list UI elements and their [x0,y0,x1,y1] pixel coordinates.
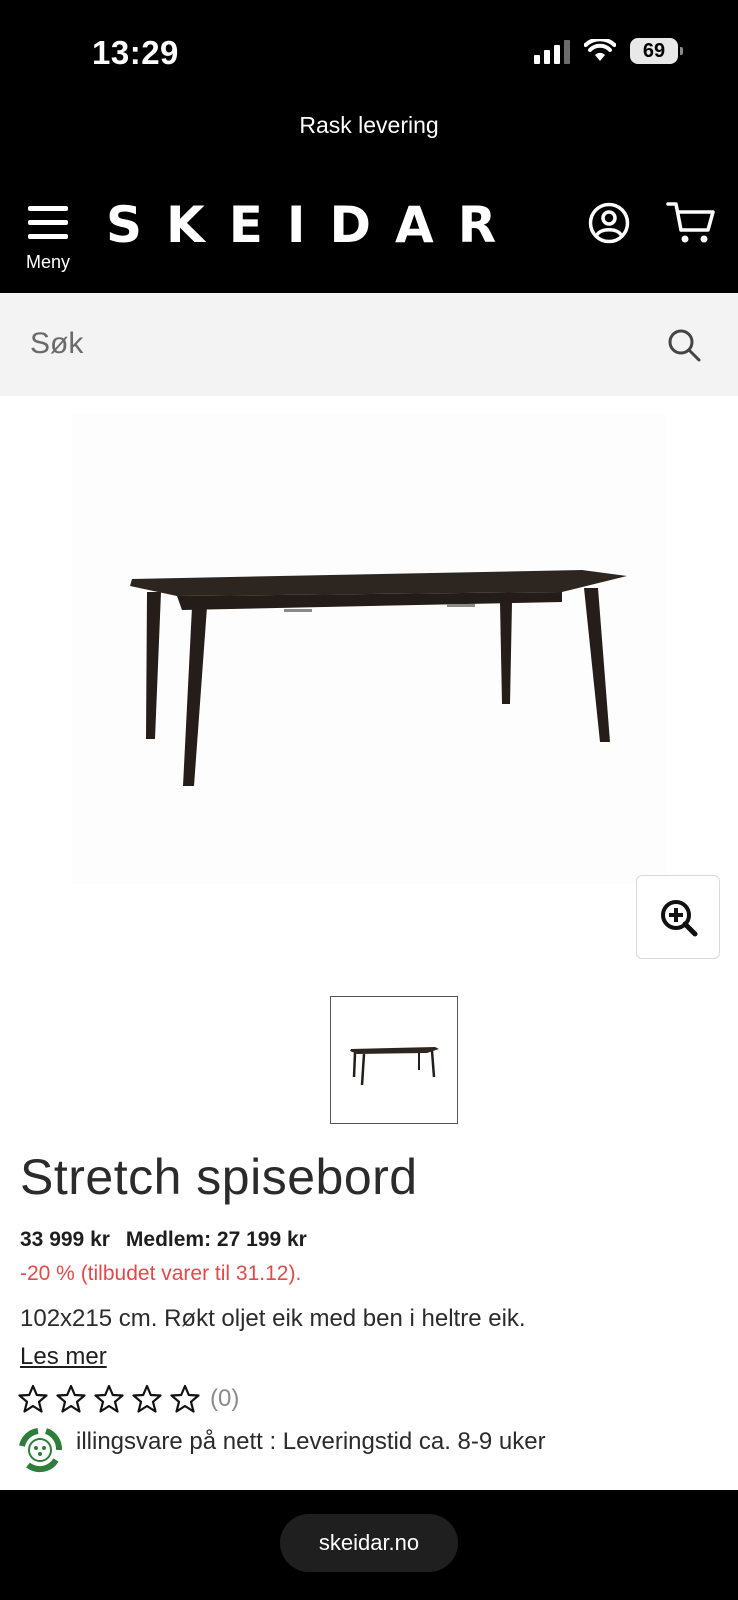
star-icon[interactable] [18,1384,48,1414]
star-icon[interactable] [132,1384,162,1414]
product-description: 102x215 cm. Røkt oljet eik med ben i hel… [20,1305,526,1332]
status-icons: 69 [534,38,683,64]
site-header: Meny SKEIDAR [0,160,738,293]
battery-icon: 69 [630,38,683,64]
star-icon[interactable] [94,1384,124,1414]
product-thumbnail[interactable] [330,996,458,1124]
status-time: 13:29 [92,34,179,71]
product-title: Stretch spisebord [20,1149,418,1205]
announcement-banner: Rask levering [0,100,738,160]
zoom-button[interactable] [636,875,720,959]
cart-icon[interactable] [666,200,716,246]
discount-text: -20 % (tilbudet varer til 31.12). [20,1262,302,1285]
star-icon[interactable] [56,1384,86,1414]
skeidar-logo[interactable]: SKEIDAR [106,196,520,254]
rating-row[interactable]: (0) [18,1384,239,1414]
read-more-link[interactable]: Les mer [20,1343,107,1371]
table-thumbnail-image [350,1047,439,1086]
browser-bar: skeidar.no [0,1490,738,1600]
member-price: Medlem: 27 199 kr [125,1228,307,1251]
rating-count: (0) [210,1385,240,1412]
status-bar: 13:29 69 [0,0,738,100]
eco-badge-icon[interactable] [14,1424,66,1476]
menu-label: Meny [25,252,70,272]
url-bar[interactable]: skeidar.no [280,1514,458,1572]
search-icon[interactable] [666,327,702,363]
star-icon[interactable] [170,1384,200,1414]
wifi-icon [584,39,616,61]
regular-price: 33 999 kr [20,1228,110,1251]
search-input[interactable] [30,319,630,369]
delivery-info: illingsvare på nett : Leveringstid ca. 8… [76,1428,546,1455]
signal-icon [534,38,570,64]
product-image[interactable] [72,414,666,884]
table-image [130,570,627,786]
menu-button[interactable]: Meny [20,204,76,280]
user-icon[interactable] [588,202,630,244]
hamburger-icon [28,204,68,240]
search-bar [0,293,738,396]
price-row: 33 999 kr Medlem: 27 199 kr [20,1228,307,1252]
zoom-in-icon [661,900,698,937]
